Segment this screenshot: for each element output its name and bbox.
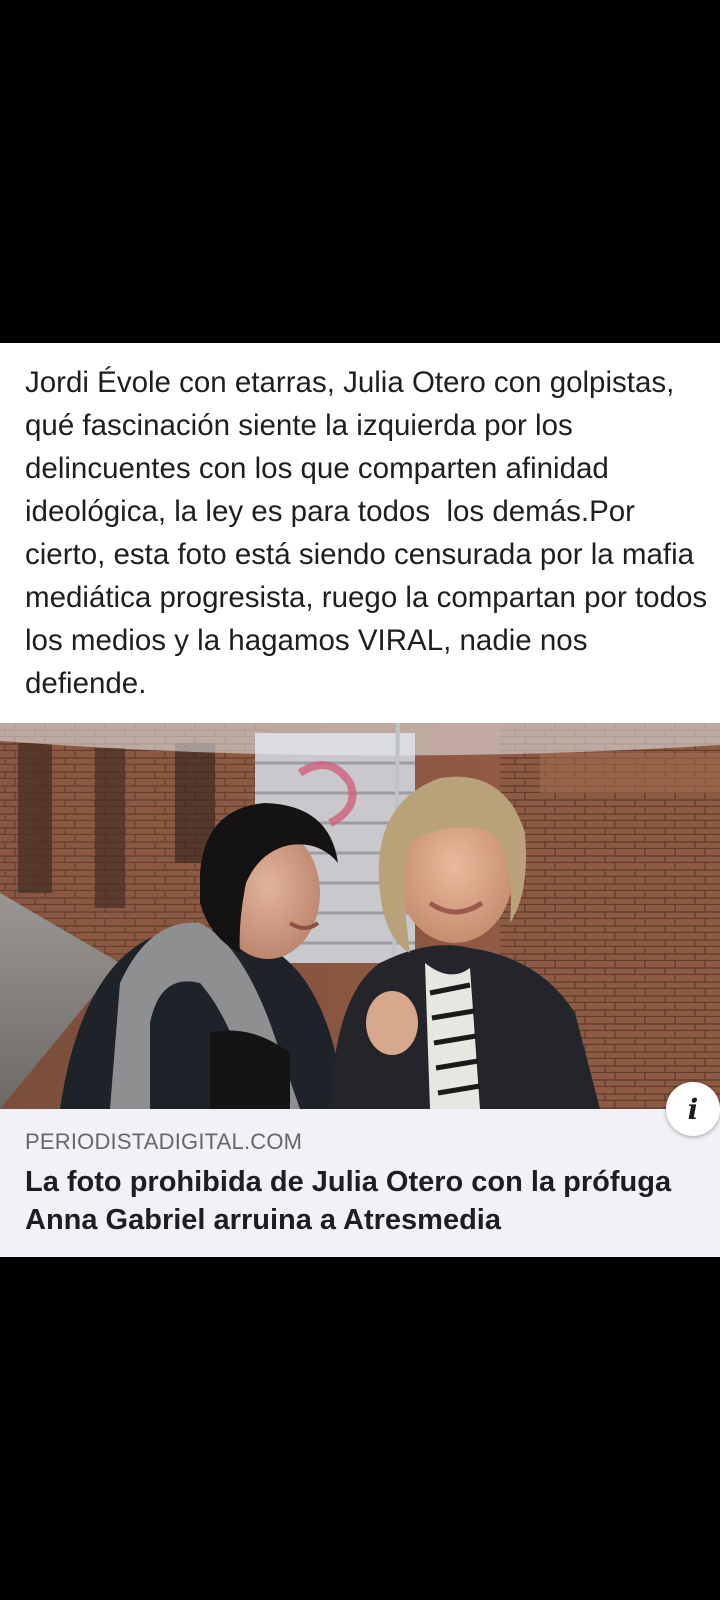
post-text: Jordi Évole con etarras, Julia Otero con… [25, 366, 716, 700]
link-caption[interactable]: PERIODISTADIGITAL.COM La foto prohibida … [0, 1109, 720, 1257]
photo-two-women-under-umbrella [0, 723, 720, 1109]
bottom-letterbox [0, 1257, 720, 1600]
info-button[interactable]: i [666, 1082, 720, 1136]
info-icon: i [687, 1092, 699, 1126]
link-domain: PERIODISTADIGITAL.COM [25, 1129, 303, 1154]
link-title[interactable]: La foto prohibida de Julia Otero con la … [25, 1163, 720, 1239]
link-preview-image[interactable] [0, 723, 720, 1109]
top-letterbox [0, 0, 720, 343]
post-card: Jordi Évole con etarras, Julia Otero con… [0, 343, 720, 1257]
